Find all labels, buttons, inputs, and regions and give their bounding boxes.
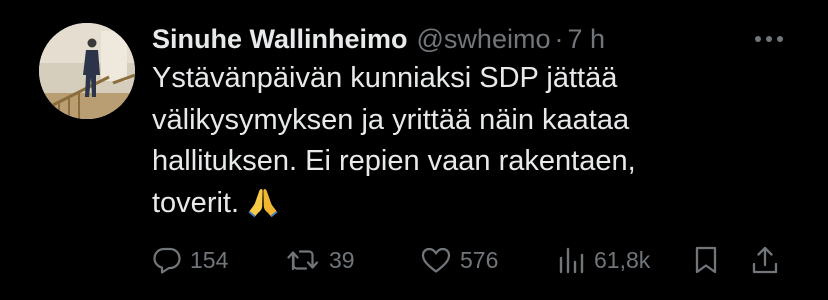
repost-button[interactable]: 39 bbox=[285, 240, 355, 280]
tweet-header: Sinuhe Wallinheimo @swheimo · 7 h bbox=[152, 22, 605, 56]
reply-count: 154 bbox=[190, 246, 229, 273]
folded-hands-icon bbox=[247, 186, 279, 231]
bookmark-button[interactable] bbox=[692, 240, 720, 280]
reply-button[interactable]: 154 bbox=[152, 240, 228, 280]
more-icon bbox=[755, 36, 783, 42]
avatar[interactable] bbox=[39, 23, 135, 119]
share-button[interactable] bbox=[750, 240, 780, 280]
tweet-text-line: välikysymyksen ja yrittää näin kaataa bbox=[152, 103, 630, 136]
views-icon bbox=[559, 247, 584, 274]
author-handle[interactable]: @swheimo bbox=[417, 24, 551, 55]
reply-icon bbox=[153, 247, 181, 274]
like-button[interactable]: 576 bbox=[420, 240, 498, 280]
tweet-actions: 154 39 576 61,8k bbox=[0, 240, 828, 280]
tweet-text-line-last: toverit. bbox=[152, 183, 772, 231]
tweet-text-line: Ystävänpäivän kunniaksi SDP jättää bbox=[152, 62, 618, 94]
share-icon bbox=[752, 246, 778, 274]
header-separator: · bbox=[554, 23, 564, 54]
tweet-text-line: hallituksen. Ei repien vaan rakentaen, bbox=[152, 145, 636, 177]
more-button[interactable] bbox=[752, 26, 786, 52]
author-display-name[interactable]: Sinuhe Wallinheimo bbox=[152, 24, 408, 55]
repost-count: 39 bbox=[329, 246, 355, 273]
repost-icon bbox=[287, 250, 319, 271]
like-icon bbox=[421, 247, 451, 273]
tweet[interactable]: Sinuhe Wallinheimo @swheimo · 7 h Ystävä… bbox=[0, 0, 828, 300]
bookmark-icon bbox=[695, 246, 717, 274]
tweet-text-line: toverit. bbox=[152, 186, 240, 219]
avatar-image bbox=[39, 23, 135, 119]
tweet-text: Ystävänpäivän kunniaksi SDP jättää välik… bbox=[152, 58, 772, 230]
views-button[interactable]: 61,8k bbox=[556, 240, 650, 280]
views-count: 61,8k bbox=[594, 246, 651, 273]
timestamp[interactable]: 7 h bbox=[567, 24, 605, 55]
like-count: 576 bbox=[460, 246, 499, 273]
